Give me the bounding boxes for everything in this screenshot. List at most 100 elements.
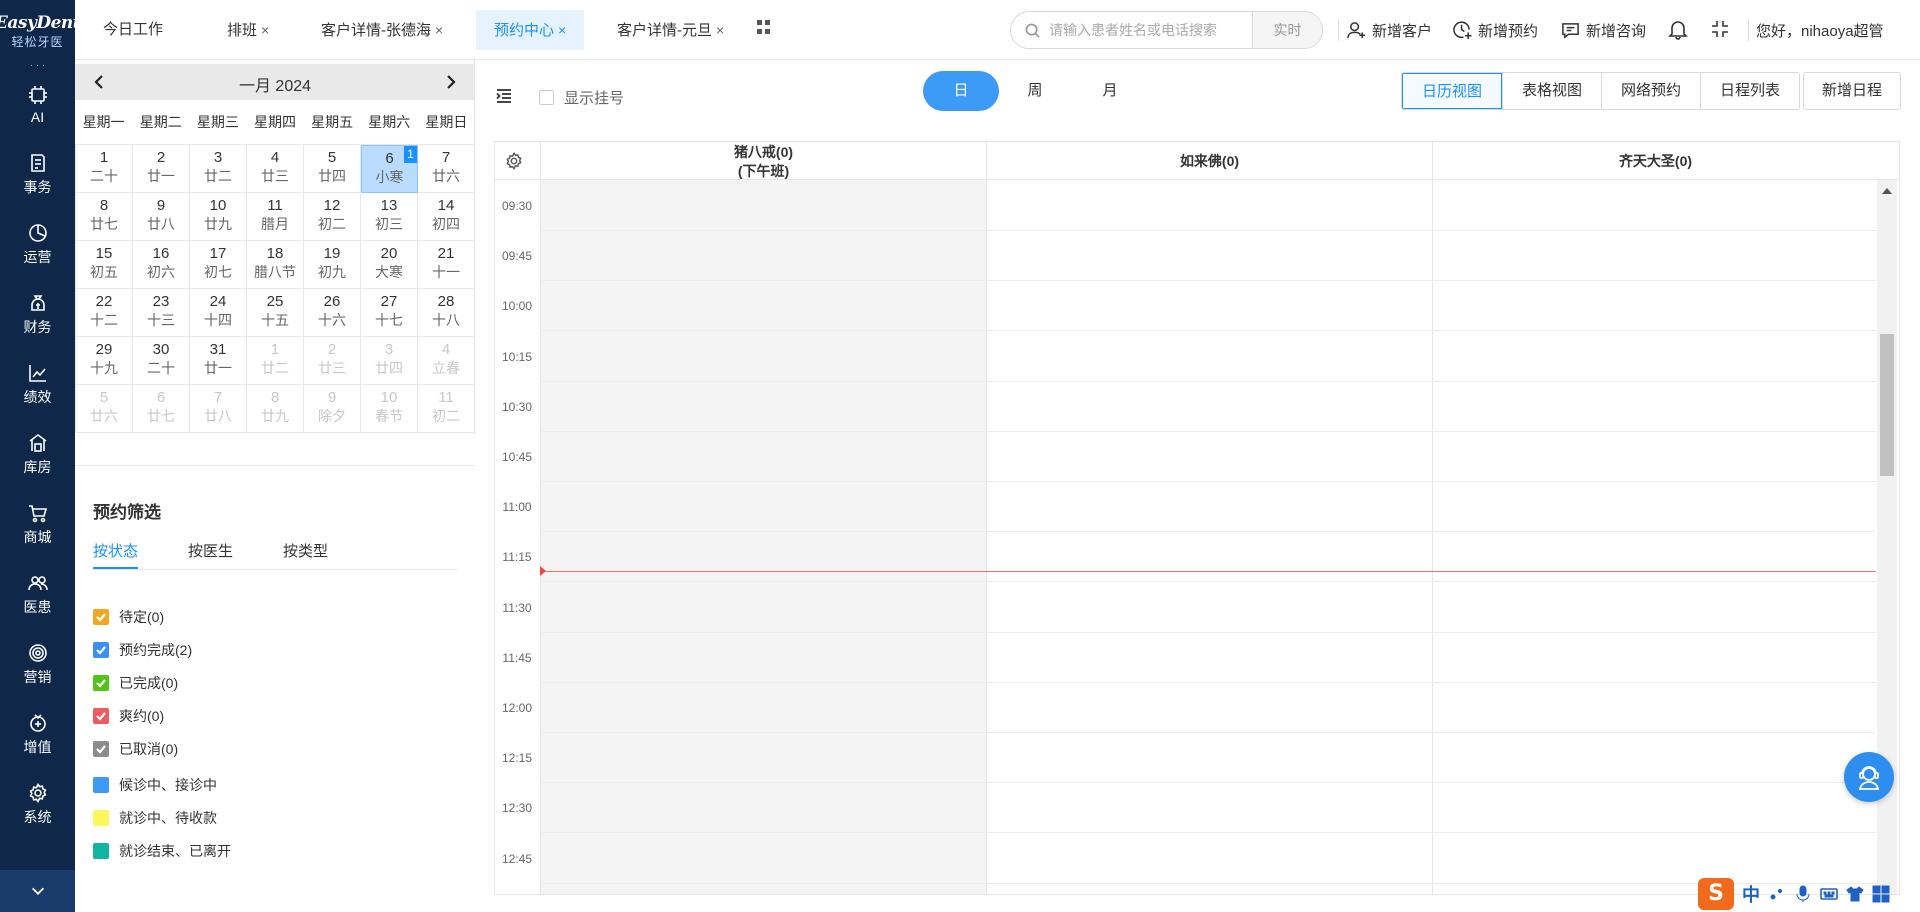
online-booking-button[interactable]: 网络预约	[1601, 73, 1701, 109]
scroll-up-arrow[interactable]	[1882, 188, 1892, 194]
calendar-day[interactable]: 4 廿三	[247, 145, 304, 193]
nav-item-target[interactable]: 营销	[0, 630, 75, 700]
calendar-day[interactable]: 31 廿一	[190, 337, 247, 385]
skin-shirt-icon[interactable]	[1846, 885, 1864, 903]
nav-item-value-added[interactable]: 增值	[0, 700, 75, 770]
calendar-view-button[interactable]: 日历视图	[1402, 73, 1503, 109]
calendar-day[interactable]: 21 十一	[418, 241, 475, 289]
calendar-day[interactable]: 5 廿六	[76, 385, 133, 433]
calendar-day[interactable]: 26 十六	[304, 289, 361, 337]
calendar-day[interactable]: 27 十七	[361, 289, 418, 337]
calendar-day[interactable]: 5 廿四	[304, 145, 361, 193]
calendar-day[interactable]: 17 初七	[190, 241, 247, 289]
checkbox-box[interactable]	[539, 90, 554, 105]
calendar-day[interactable]: 2 廿三	[304, 337, 361, 385]
calendar-day-selected[interactable]: 6 小寒 1	[361, 145, 418, 193]
table-view-button[interactable]: 表格视图	[1502, 73, 1602, 109]
notification-button[interactable]	[1667, 18, 1689, 40]
app-logo[interactable]: EasyDent 轻松牙医	[0, 0, 81, 62]
close-icon[interactable]: ×	[435, 22, 443, 38]
calendar-day[interactable]: 1 二十	[76, 145, 133, 193]
tab-today-work[interactable]: 今日工作	[85, 10, 181, 50]
doctor-column-header-rulaifo[interactable]: 如来佛(0)	[986, 142, 1432, 180]
tab-appointment-center[interactable]: 预约中心 ×	[476, 10, 585, 50]
scrollbar-thumb[interactable]	[1880, 334, 1894, 476]
nav-item-shopping-cart[interactable]: 商城	[0, 490, 75, 560]
calendar-day[interactable]: 9 廿八	[133, 193, 190, 241]
calendar-day[interactable]: 12 初二	[304, 193, 361, 241]
calendar-day[interactable]: 23 十三	[133, 289, 190, 337]
nav-item-ai-chip[interactable]: AI	[0, 70, 75, 140]
scope-month-button[interactable]: 月	[1072, 71, 1148, 111]
calendar-day[interactable]: 2 廿一	[133, 145, 190, 193]
calendar-day[interactable]: 22 十二	[76, 289, 133, 337]
tab-customer-zhang[interactable]: 客户详情-张德海 ×	[303, 10, 461, 50]
close-icon[interactable]: ×	[558, 22, 566, 38]
status-filter-checkbox[interactable]: 待定(0)	[93, 606, 164, 628]
calendar-day[interactable]: 4 立春	[418, 337, 475, 385]
calendar-day[interactable]: 25 十五	[247, 289, 304, 337]
checkbox-checked[interactable]	[93, 675, 109, 691]
doctor-column-qitiandasheng[interactable]	[1432, 180, 1876, 894]
calendar-day[interactable]: 3 廿四	[361, 337, 418, 385]
new-appointment-button[interactable]: 新增预约	[1453, 18, 1538, 42]
checkbox-checked[interactable]	[93, 708, 109, 724]
scope-week-button[interactable]: 周	[997, 71, 1073, 111]
show-registration-checkbox[interactable]: 显示挂号	[539, 87, 624, 108]
keyboard-icon[interactable]	[1820, 885, 1838, 903]
calendar-day[interactable]: 11 腊月	[247, 193, 304, 241]
ime-chinese-mode[interactable]: 中	[1742, 881, 1760, 907]
fullscreen-button[interactable]	[1709, 18, 1731, 40]
ime-logo[interactable]: S	[1698, 878, 1734, 910]
calendar-day[interactable]: 9 除夕	[304, 385, 361, 433]
calendar-day[interactable]: 8 廿七	[76, 193, 133, 241]
nav-item-trend-chart[interactable]: 绩效	[0, 350, 75, 420]
calendar-day[interactable]: 1 廿二	[247, 337, 304, 385]
calendar-day[interactable]: 8 廿九	[247, 385, 304, 433]
calendar-day[interactable]: 16 初六	[133, 241, 190, 289]
calendar-day[interactable]: 15 初五	[76, 241, 133, 289]
calendar-day[interactable]: 7 廿六	[418, 145, 475, 193]
nav-item-gear[interactable]: 系统	[0, 770, 75, 840]
nav-collapse-button[interactable]	[0, 870, 75, 912]
schedule-settings-button[interactable]	[505, 151, 523, 171]
calendar-day[interactable]: 7 廿八	[190, 385, 247, 433]
new-customer-button[interactable]: 新增客户	[1347, 18, 1432, 42]
toolbox-grid-icon[interactable]	[1872, 885, 1890, 903]
tab-by-status[interactable]: 按状态	[93, 540, 139, 569]
scope-day-button[interactable]: 日	[923, 71, 999, 111]
new-schedule-button[interactable]: 新增日程	[1803, 72, 1901, 110]
checkbox-checked[interactable]	[93, 609, 109, 625]
calendar-day[interactable]: 14 初四	[418, 193, 475, 241]
tab-by-type[interactable]: 按类型	[283, 540, 328, 569]
status-filter-checkbox[interactable]: 已完成(0)	[93, 672, 178, 694]
calendar-day[interactable]: 24 十四	[190, 289, 247, 337]
tab-customer-yuandan[interactable]: 客户详情-元旦 ×	[599, 10, 742, 50]
calendar-day[interactable]: 10 廿九	[190, 193, 247, 241]
calendar-day[interactable]: 29 十九	[76, 337, 133, 385]
close-icon[interactable]: ×	[261, 22, 269, 38]
status-filter-checkbox[interactable]: 已取消(0)	[93, 738, 178, 760]
doctor-column-zhubajie[interactable]	[540, 180, 986, 894]
calendar-day[interactable]: 13 初三	[361, 193, 418, 241]
nav-item-pie-chart[interactable]: 运营	[0, 210, 75, 280]
new-consult-button[interactable]: 新增咨询	[1561, 18, 1646, 42]
calendar-day[interactable]: 30 二十	[133, 337, 190, 385]
status-filter-checkbox[interactable]: 预约完成(2)	[93, 639, 192, 661]
user-menu[interactable]: 您好，nihaoya超管	[1756, 18, 1884, 42]
checkbox-checked[interactable]	[93, 741, 109, 757]
calendar-day[interactable]: 18 腊八节	[247, 241, 304, 289]
doctor-column-header-qitiandasheng[interactable]: 齐天大圣(0)	[1432, 142, 1878, 180]
tab-by-doctor[interactable]: 按医生	[188, 540, 233, 569]
status-filter-checkbox[interactable]: 爽约(0)	[93, 705, 164, 727]
nav-item-people[interactable]: 医患	[0, 560, 75, 630]
close-icon[interactable]: ×	[716, 22, 724, 38]
search-input[interactable]	[1049, 12, 1229, 48]
doctor-column-rulaifo[interactable]	[986, 180, 1432, 894]
all-tabs-grid-icon[interactable]	[757, 20, 771, 34]
calendar-day[interactable]: 3 廿二	[190, 145, 247, 193]
checkbox-checked[interactable]	[93, 642, 109, 658]
ime-punctuation-icon[interactable]	[1768, 885, 1786, 903]
microphone-icon[interactable]	[1794, 885, 1812, 903]
calendar-day[interactable]: 6 廿七	[133, 385, 190, 433]
